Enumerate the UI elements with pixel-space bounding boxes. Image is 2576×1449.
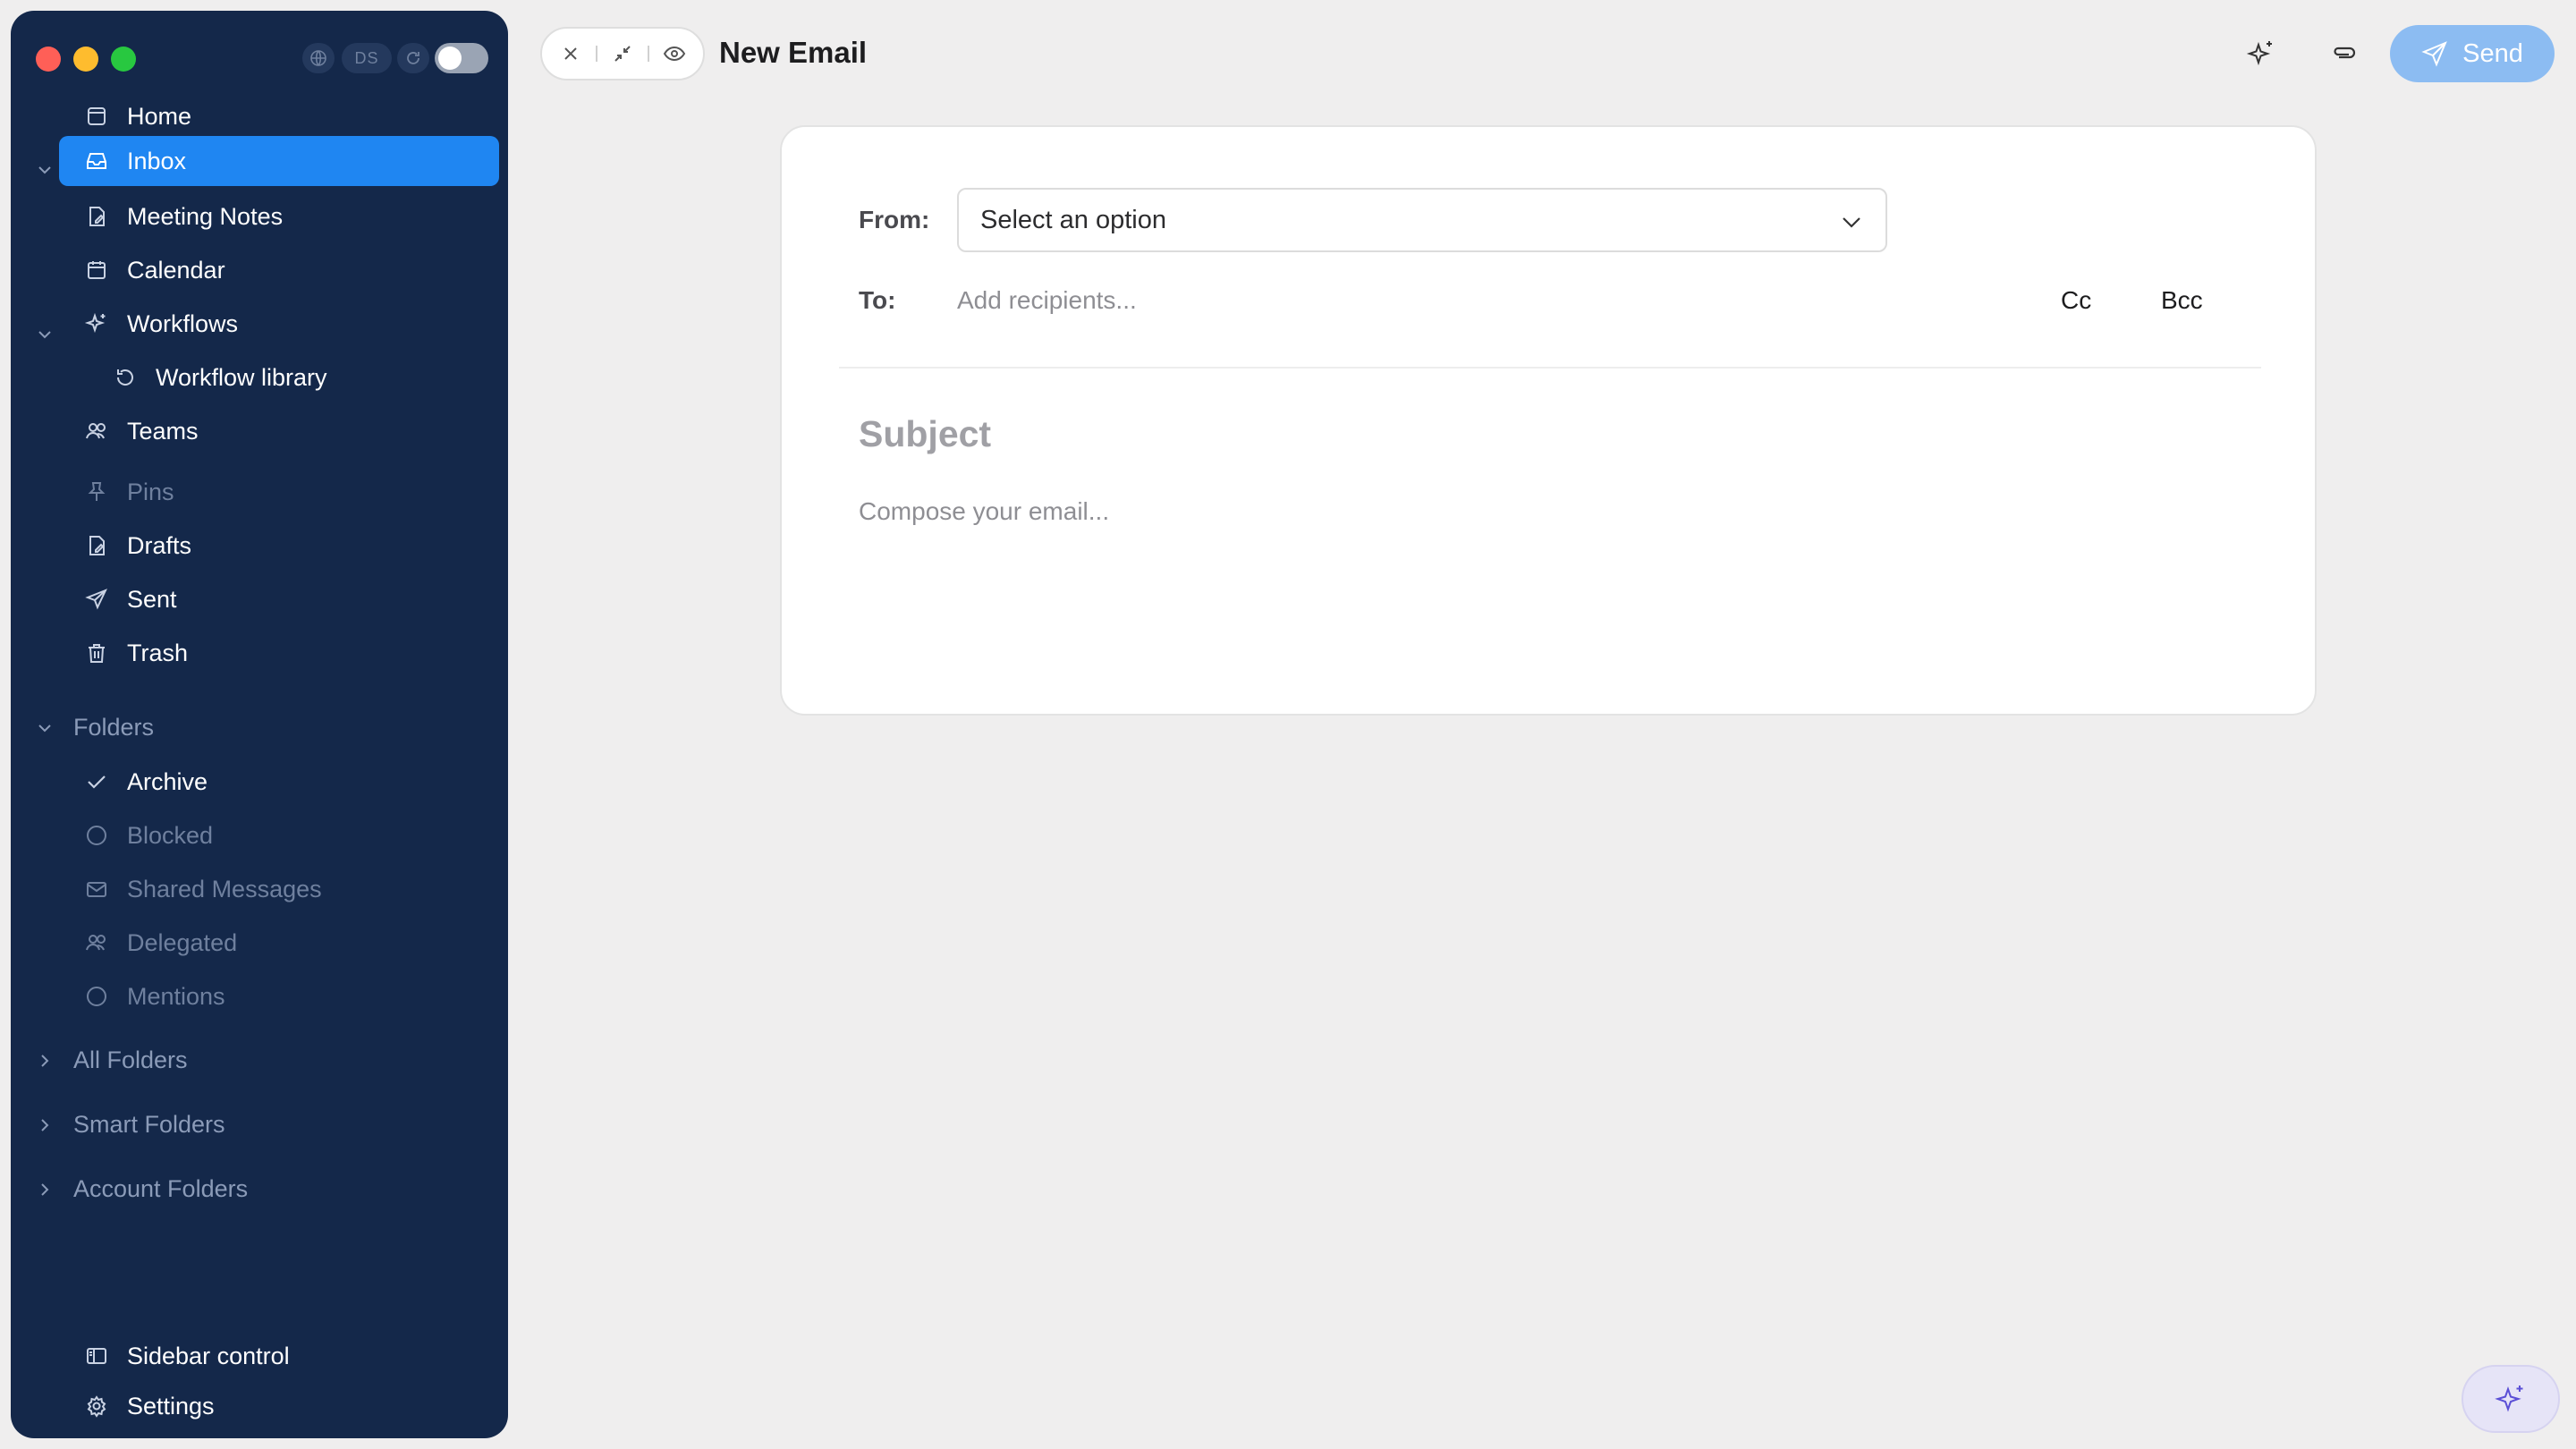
bcc-button[interactable]: Bcc (2161, 286, 2203, 315)
sidebar: DS Home Inbox Meeting Notes Calendar Wor… (11, 11, 508, 1438)
home-icon (82, 102, 111, 131)
trash-icon (82, 639, 111, 667)
check-icon (82, 767, 111, 796)
send-button[interactable]: Send (2390, 25, 2555, 82)
minimize-arrows-icon[interactable] (607, 38, 638, 69)
users-icon (82, 928, 111, 957)
toggle-knob (438, 47, 462, 70)
sidebar-item-workflow-library[interactable]: Workflow library (59, 352, 499, 402)
email-body-input[interactable]: Compose your email... (859, 497, 1109, 526)
sidebar-item-label: Workflows (127, 309, 239, 337)
chevron-down-icon[interactable] (34, 717, 55, 739)
page-title: New Email (719, 36, 868, 69)
smart-folders-section[interactable]: Smart Folders (73, 1111, 225, 1139)
sidebar-item-trash[interactable]: Trash (59, 628, 499, 678)
history-icon (111, 363, 140, 392)
from-select-value: Select an option (980, 205, 1166, 234)
sidebar-item-label: Calendar (127, 256, 225, 284)
sidebar-item-meeting-notes[interactable]: Meeting Notes (59, 191, 499, 242)
sparkles-icon (2495, 1385, 2523, 1412)
recipients-input[interactable]: Add recipients... (957, 286, 1137, 315)
chevron-down-icon[interactable] (34, 159, 55, 181)
divider (596, 46, 598, 62)
eye-icon[interactable] (659, 38, 690, 69)
close-icon[interactable] (555, 38, 586, 69)
to-label: To: (859, 286, 896, 314)
sidebar-item-label: Meeting Notes (127, 202, 284, 230)
sidebar-item-label: Home (127, 102, 192, 130)
close-window-button[interactable] (36, 47, 61, 72)
sidebar-item-archive[interactable]: Archive (59, 757, 499, 807)
sidebar-item-label: Mentions (127, 982, 225, 1010)
all-folders-section[interactable]: All Folders (73, 1046, 188, 1074)
chevron-down-icon[interactable] (34, 324, 55, 345)
sidebar-control-button[interactable]: Sidebar control (59, 1331, 499, 1381)
from-label: From: (859, 206, 930, 233)
cc-button[interactable]: Cc (2061, 286, 2091, 315)
inbox-icon (82, 147, 111, 175)
gear-icon (82, 1392, 111, 1420)
minimize-window-button[interactable] (73, 47, 98, 72)
maximize-window-button[interactable] (111, 47, 136, 72)
sidebar-item-label: Settings (127, 1392, 215, 1419)
sidebar-item-calendar[interactable]: Calendar (59, 245, 499, 295)
sidebar-item-teams[interactable]: Teams (59, 406, 499, 456)
sidebar-item-pins[interactable]: Pins (59, 467, 499, 517)
sidebar-item-drafts[interactable]: Drafts (59, 521, 499, 571)
sidebar-item-label: Sidebar control (127, 1342, 290, 1369)
sidebar-item-label: Inbox (127, 147, 187, 174)
folders-section-label[interactable]: Folders (73, 714, 154, 741)
sidebar-item-label: Archive (127, 767, 208, 795)
chevron-right-icon[interactable] (34, 1114, 55, 1136)
account-folders-section[interactable]: Account Folders (73, 1175, 248, 1203)
subject-input[interactable]: Subject (859, 413, 991, 455)
sidebar-item-label: Workflow library (156, 363, 327, 391)
sidebar-item-blocked[interactable]: Blocked (59, 810, 499, 860)
chevron-right-icon[interactable] (34, 1050, 55, 1072)
account-badge[interactable]: DS (342, 43, 392, 73)
send-icon (82, 585, 111, 614)
sidebar-item-label: Trash (127, 639, 189, 666)
settings-button[interactable]: Settings (59, 1381, 499, 1431)
refresh-icon[interactable] (397, 43, 429, 73)
compose-window-controls (540, 27, 705, 80)
sidebar-item-home[interactable]: Home (59, 91, 499, 141)
sparkles-icon (82, 309, 111, 338)
chevron-right-icon[interactable] (34, 1179, 55, 1200)
chevron-down-icon (1843, 217, 1860, 228)
divider (647, 46, 649, 62)
circle-icon (82, 821, 111, 850)
send-label: Send (2462, 38, 2523, 68)
from-select[interactable]: Select an option (957, 188, 1887, 252)
globe-icon[interactable] (302, 43, 335, 73)
draft-icon (82, 531, 111, 560)
note-icon (82, 202, 111, 231)
divider (839, 367, 2261, 369)
ai-sparkle-icon[interactable] (2243, 36, 2279, 72)
sidebar-item-label: Blocked (127, 821, 214, 849)
sidebar-item-workflows[interactable]: Workflows (59, 299, 499, 349)
pin-icon (82, 478, 111, 506)
sidebar-item-mentions[interactable]: Mentions (59, 971, 499, 1021)
sidebar-item-label: Drafts (127, 531, 192, 559)
sidebar-item-sent[interactable]: Sent (59, 574, 499, 624)
sidebar-item-label: Pins (127, 478, 174, 505)
sidebar-item-label: Sent (127, 585, 177, 613)
sidebar-item-label: Shared Messages (127, 875, 322, 902)
mail-icon (82, 875, 111, 903)
users-icon (82, 417, 111, 445)
sidebar-item-inbox[interactable]: Inbox (59, 136, 499, 186)
attachment-icon[interactable] (2326, 36, 2361, 72)
sidebar-item-shared-messages[interactable]: Shared Messages (59, 864, 499, 914)
sidebar-item-delegated[interactable]: Delegated (59, 918, 499, 968)
circle-icon (82, 982, 111, 1011)
compose-card: From: Select an option To: Add recipient… (780, 125, 2317, 716)
calendar-icon (82, 256, 111, 284)
theme-toggle[interactable] (435, 43, 488, 73)
sidebar-item-label: Teams (127, 417, 199, 445)
sidebar-item-label: Delegated (127, 928, 238, 956)
send-icon (2421, 41, 2447, 67)
sidebar-icon (82, 1342, 111, 1370)
ai-assistant-button[interactable] (2462, 1365, 2560, 1433)
